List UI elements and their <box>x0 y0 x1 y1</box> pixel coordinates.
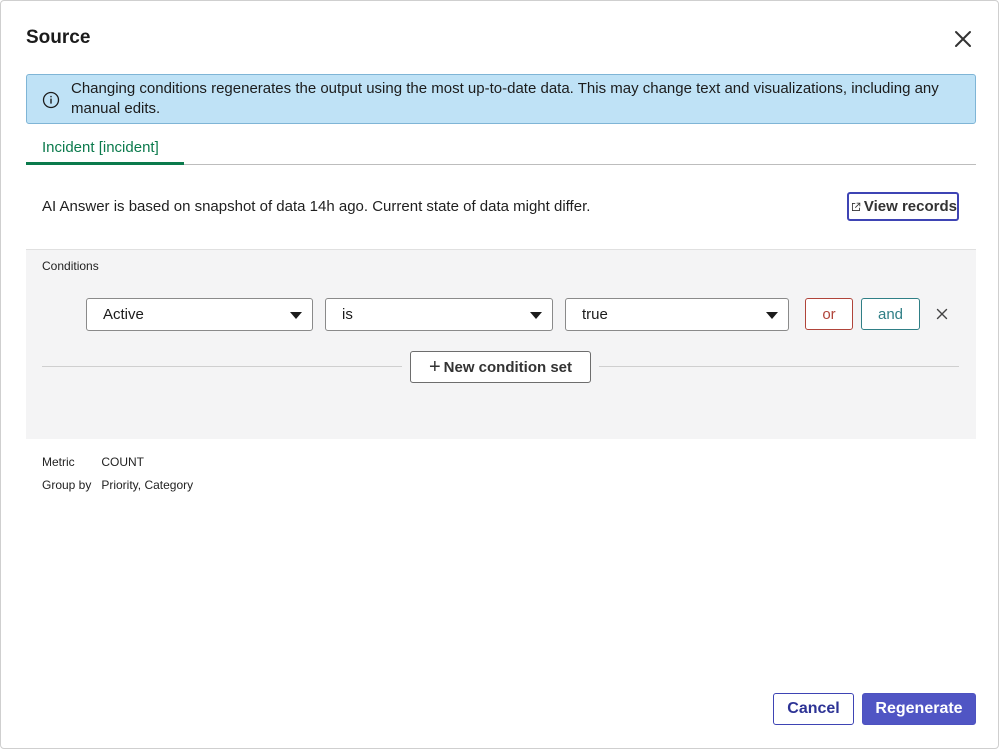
conditions-panel: Conditions Active is true or and + New c… <box>26 249 976 439</box>
view-records-label: View records <box>863 198 957 215</box>
info-alert: Changing conditions regenerates the outp… <box>26 74 976 124</box>
remove-condition-button[interactable] <box>932 304 952 324</box>
metric-row: Metric COUNT <box>42 455 144 469</box>
and-button[interactable]: and <box>861 298 920 330</box>
table-tabs: Incident [incident] <box>26 132 976 165</box>
regenerate-button[interactable]: Regenerate <box>862 693 976 725</box>
dialog-title: Source <box>26 27 91 48</box>
condition-operator-select[interactable]: is <box>325 298 553 331</box>
new-condition-set-label: New condition set <box>443 358 573 376</box>
condition-field-select[interactable]: Active <box>86 298 313 331</box>
group-by-value: Priority, Category <box>101 478 194 492</box>
group-by-key: Group by <box>42 478 92 492</box>
info-icon <box>42 91 60 109</box>
tab-incident[interactable]: Incident [incident] <box>26 132 184 165</box>
condition-value-select[interactable]: true <box>565 298 789 331</box>
remove-condition-icon <box>936 308 948 320</box>
metric-key: Metric <box>42 455 75 469</box>
snapshot-notice: AI Answer is based on snapshot of data 1… <box>42 198 591 215</box>
conditions-label: Conditions <box>42 259 99 273</box>
new-condition-set-button[interactable]: + New condition set <box>410 351 591 383</box>
plus-icon: + <box>428 356 441 378</box>
or-button[interactable]: or <box>805 298 853 330</box>
cancel-button[interactable]: Cancel <box>773 693 854 725</box>
divider <box>42 366 402 367</box>
source-dialog: Source Changing conditions regenerates t… <box>0 0 999 749</box>
close-button[interactable] <box>947 23 979 55</box>
chevron-down-icon <box>530 312 542 319</box>
alert-message: Changing conditions regenerates the outp… <box>71 80 939 117</box>
chevron-down-icon <box>290 312 302 319</box>
metric-value: COUNT <box>101 455 145 469</box>
condition-value-value: true <box>582 306 608 323</box>
condition-operator-value: is <box>342 306 353 323</box>
chevron-down-icon <box>766 312 778 319</box>
group-by-row: Group by Priority, Category <box>42 478 193 492</box>
condition-field-value: Active <box>103 306 144 323</box>
close-icon <box>955 31 971 47</box>
view-records-button[interactable]: View records <box>847 192 959 221</box>
divider <box>599 366 959 367</box>
external-link-icon <box>851 202 861 211</box>
